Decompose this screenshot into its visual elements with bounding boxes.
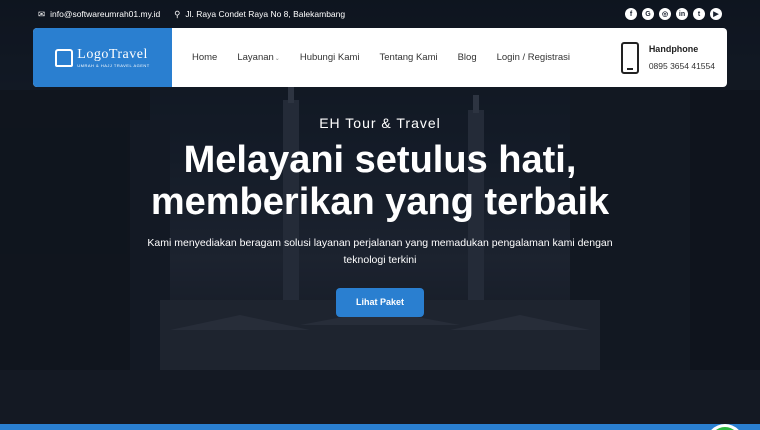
nav-login[interactable]: Login / Registrasi	[487, 52, 580, 63]
phone-number[interactable]: 0895 3654 41554	[649, 61, 715, 71]
nav-layanan[interactable]: Layanan⌄	[227, 52, 289, 63]
nav-blog[interactable]: Blog	[448, 52, 487, 63]
site-logo[interactable]: LogoTravel UMRAH & HAJJ TRAVEL AGENT	[33, 28, 172, 87]
nav-tentang-kami[interactable]: Tentang Kami	[370, 52, 448, 63]
youtube-icon[interactable]: ▶	[710, 8, 722, 20]
hero-subtitle: EH Tour & Travel	[319, 115, 441, 131]
top-bar: ✉ info@softwareumrah01.my.id ⚲ Jl. Raya …	[0, 0, 760, 28]
email-info[interactable]: ✉ info@softwareumrah01.my.id	[38, 9, 160, 20]
phone-contact: Handphone 0895 3654 41554	[620, 41, 727, 74]
phone-label: Handphone	[648, 44, 699, 54]
twitter-icon[interactable]: t	[693, 8, 705, 20]
hero-content: EH Tour & Travel Melayani setulus hati, …	[0, 115, 760, 317]
nav-menu: Home Layanan⌄ Hubungi Kami Tentang Kami …	[182, 52, 580, 63]
social-links: f G ◎ in t ▶	[625, 8, 722, 20]
nav-home[interactable]: Home	[182, 52, 227, 63]
main-navbar: LogoTravel UMRAH & HAJJ TRAVEL AGENT Hom…	[33, 28, 727, 87]
smartphone-icon	[620, 41, 639, 74]
email-text: info@softwareumrah01.my.id	[50, 9, 161, 19]
hat-icon	[55, 48, 74, 67]
instagram-icon[interactable]: ◎	[659, 8, 671, 20]
address-info: ⚲ Jl. Raya Condet Raya No 8, Balekambang	[174, 9, 345, 20]
view-packages-button[interactable]: Lihat Paket	[335, 288, 424, 317]
logo-subtitle: UMRAH & HAJJ TRAVEL AGENT	[77, 63, 150, 68]
google-plus-icon[interactable]: G	[642, 8, 654, 20]
hero-description: Kami menyediakan beragam solusi layanan …	[147, 237, 613, 266]
nav-hubungi-kami[interactable]: Hubungi Kami	[290, 52, 370, 63]
bottom-strip	[0, 424, 760, 430]
map-pin-icon: ⚲	[174, 8, 181, 19]
address-text: Jl. Raya Condet Raya No 8, Balekambang	[185, 9, 346, 19]
envelope-icon: ✉	[38, 8, 46, 19]
chevron-down-icon: ⌄	[274, 56, 280, 62]
hero-headline: Melayani setulus hati, memberikan yang t…	[150, 139, 610, 223]
logo-text: LogoTravel	[77, 47, 148, 62]
linkedin-icon[interactable]: in	[676, 8, 688, 20]
facebook-icon[interactable]: f	[625, 8, 637, 20]
